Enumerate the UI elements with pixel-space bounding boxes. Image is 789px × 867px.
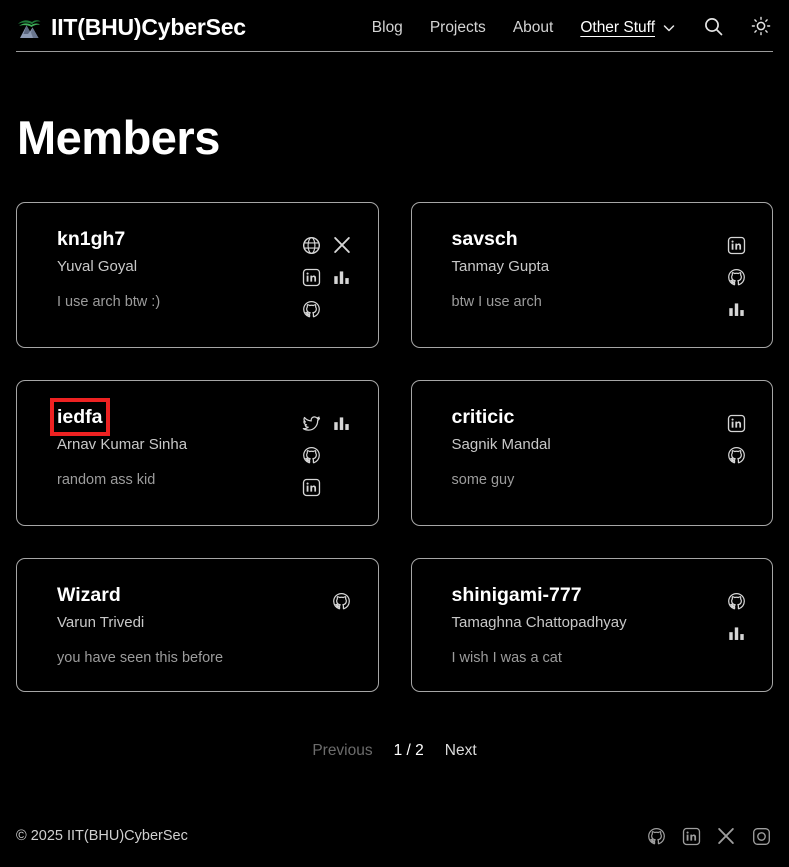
search-button[interactable]: [703, 16, 724, 40]
main-nav: Blog Projects About Other Stuff: [372, 16, 773, 40]
page-title: Members: [17, 111, 220, 164]
sun-icon: [751, 16, 771, 39]
member-card[interactable]: iedfa Arnav Kumar Sinha random ass kid: [16, 380, 379, 526]
member-name: Arnav Kumar Sinha: [57, 436, 188, 454]
member-card-body: shinigami-777 Tamaghna Chattopadhyay I w…: [452, 583, 723, 668]
brand-logo-link[interactable]: IIT(BHU)CyberSec: [16, 14, 246, 41]
member-card[interactable]: kn1gh7 Yuval Goyal I use arch btw :): [16, 202, 379, 348]
theme-toggle-button[interactable]: [751, 16, 771, 39]
member-handle: savsch: [451, 228, 518, 250]
member-social-links: [298, 229, 356, 325]
copyright-text: © 2025 IIT(BHU)CyberSec: [16, 828, 188, 844]
twitter-icon[interactable]: [301, 412, 323, 434]
github-icon[interactable]: [301, 298, 323, 320]
brand-name: IIT(BHU)CyberSec: [51, 14, 246, 40]
members-grid: kn1gh7 Yuval Goyal I use arch btw :) sav…: [16, 202, 773, 692]
nav-item-other-stuff-label: Other Stuff: [580, 18, 655, 36]
globe-icon[interactable]: [301, 234, 323, 256]
pagination-next-button[interactable]: Next: [445, 742, 477, 760]
github-icon[interactable]: [301, 444, 323, 466]
member-name: Varun Trivedi: [57, 614, 145, 632]
mountain-logo-icon: [16, 15, 42, 41]
nav-item-projects[interactable]: Projects: [430, 19, 486, 37]
member-name: Yuval Goyal: [57, 258, 138, 276]
member-social-links: [298, 407, 356, 503]
member-bio: you have seen this before: [57, 649, 224, 666]
nav-item-other-stuff[interactable]: Other Stuff: [580, 19, 676, 37]
member-bio: btw I use arch: [451, 293, 542, 310]
member-card[interactable]: savsch Tanmay Gupta btw I use arch: [410, 202, 773, 348]
member-bio: some guy: [451, 471, 515, 488]
site-header: IIT(BHU)CyberSec Blog Projects About Oth…: [16, 0, 773, 52]
x-icon[interactable]: [331, 234, 353, 256]
linkedin-icon[interactable]: [725, 412, 747, 434]
member-social-links: [722, 585, 750, 649]
github-icon[interactable]: [646, 826, 666, 846]
member-name: Tanmay Gupta: [451, 258, 550, 276]
member-handle: criticic: [451, 406, 515, 428]
pagination-previous-button[interactable]: Previous: [312, 742, 372, 760]
member-handle: Wizard: [57, 584, 121, 606]
github-icon[interactable]: [725, 266, 747, 288]
member-card-body: Wizard Varun Trivedi you have seen this …: [57, 583, 328, 668]
member-handle: shinigami-777: [451, 584, 582, 606]
linkedin-icon[interactable]: [301, 266, 323, 288]
member-bio: I use arch btw :): [57, 293, 161, 310]
linkedin-icon[interactable]: [681, 826, 701, 846]
bar-chart-icon[interactable]: [725, 298, 747, 320]
nav-item-blog[interactable]: Blog: [372, 19, 403, 37]
member-card-body: savsch Tanmay Gupta btw I use arch: [452, 227, 723, 312]
member-card[interactable]: shinigami-777 Tamaghna Chattopadhyay I w…: [410, 558, 773, 692]
member-card[interactable]: criticic Sagnik Mandal some guy: [410, 380, 773, 526]
footer-social-links: [646, 826, 773, 846]
member-handle: kn1gh7: [57, 228, 126, 250]
member-bio: I wish I was a cat: [451, 649, 562, 666]
member-social-links: [722, 407, 750, 471]
bar-chart-icon[interactable]: [725, 622, 747, 644]
member-name: Sagnik Mandal: [451, 436, 551, 454]
page-root: IIT(BHU)CyberSec Blog Projects About Oth…: [0, 0, 789, 867]
nav-item-about[interactable]: About: [513, 19, 554, 37]
linkedin-icon[interactable]: [725, 234, 747, 256]
member-card[interactable]: Wizard Varun Trivedi you have seen this …: [16, 558, 379, 692]
bar-chart-icon[interactable]: [331, 266, 353, 288]
search-icon: [703, 16, 724, 40]
member-card-body: iedfa Arnav Kumar Sinha random ass kid: [50, 397, 298, 490]
instagram-icon[interactable]: [751, 826, 771, 846]
member-social-links: [328, 585, 356, 617]
chevron-down-icon: [662, 21, 676, 35]
github-icon[interactable]: [331, 590, 353, 612]
github-icon[interactable]: [725, 444, 747, 466]
site-footer: © 2025 IIT(BHU)CyberSec: [16, 805, 773, 867]
x-icon[interactable]: [716, 826, 736, 846]
pagination: Previous 1 / 2 Next: [16, 742, 773, 760]
member-card-body: criticic Sagnik Mandal some guy: [452, 405, 723, 490]
bar-chart-icon[interactable]: [331, 412, 353, 434]
pagination-indicator: 1 / 2: [393, 742, 424, 759]
github-icon[interactable]: [725, 590, 747, 612]
member-handle: iedfa: [50, 397, 110, 437]
member-card-body: kn1gh7 Yuval Goyal I use arch btw :): [57, 227, 298, 312]
member-name: Tamaghna Chattopadhyay: [451, 614, 627, 632]
linkedin-icon[interactable]: [301, 476, 323, 498]
member-bio: random ass kid: [57, 471, 156, 488]
member-social-links: [722, 229, 750, 325]
